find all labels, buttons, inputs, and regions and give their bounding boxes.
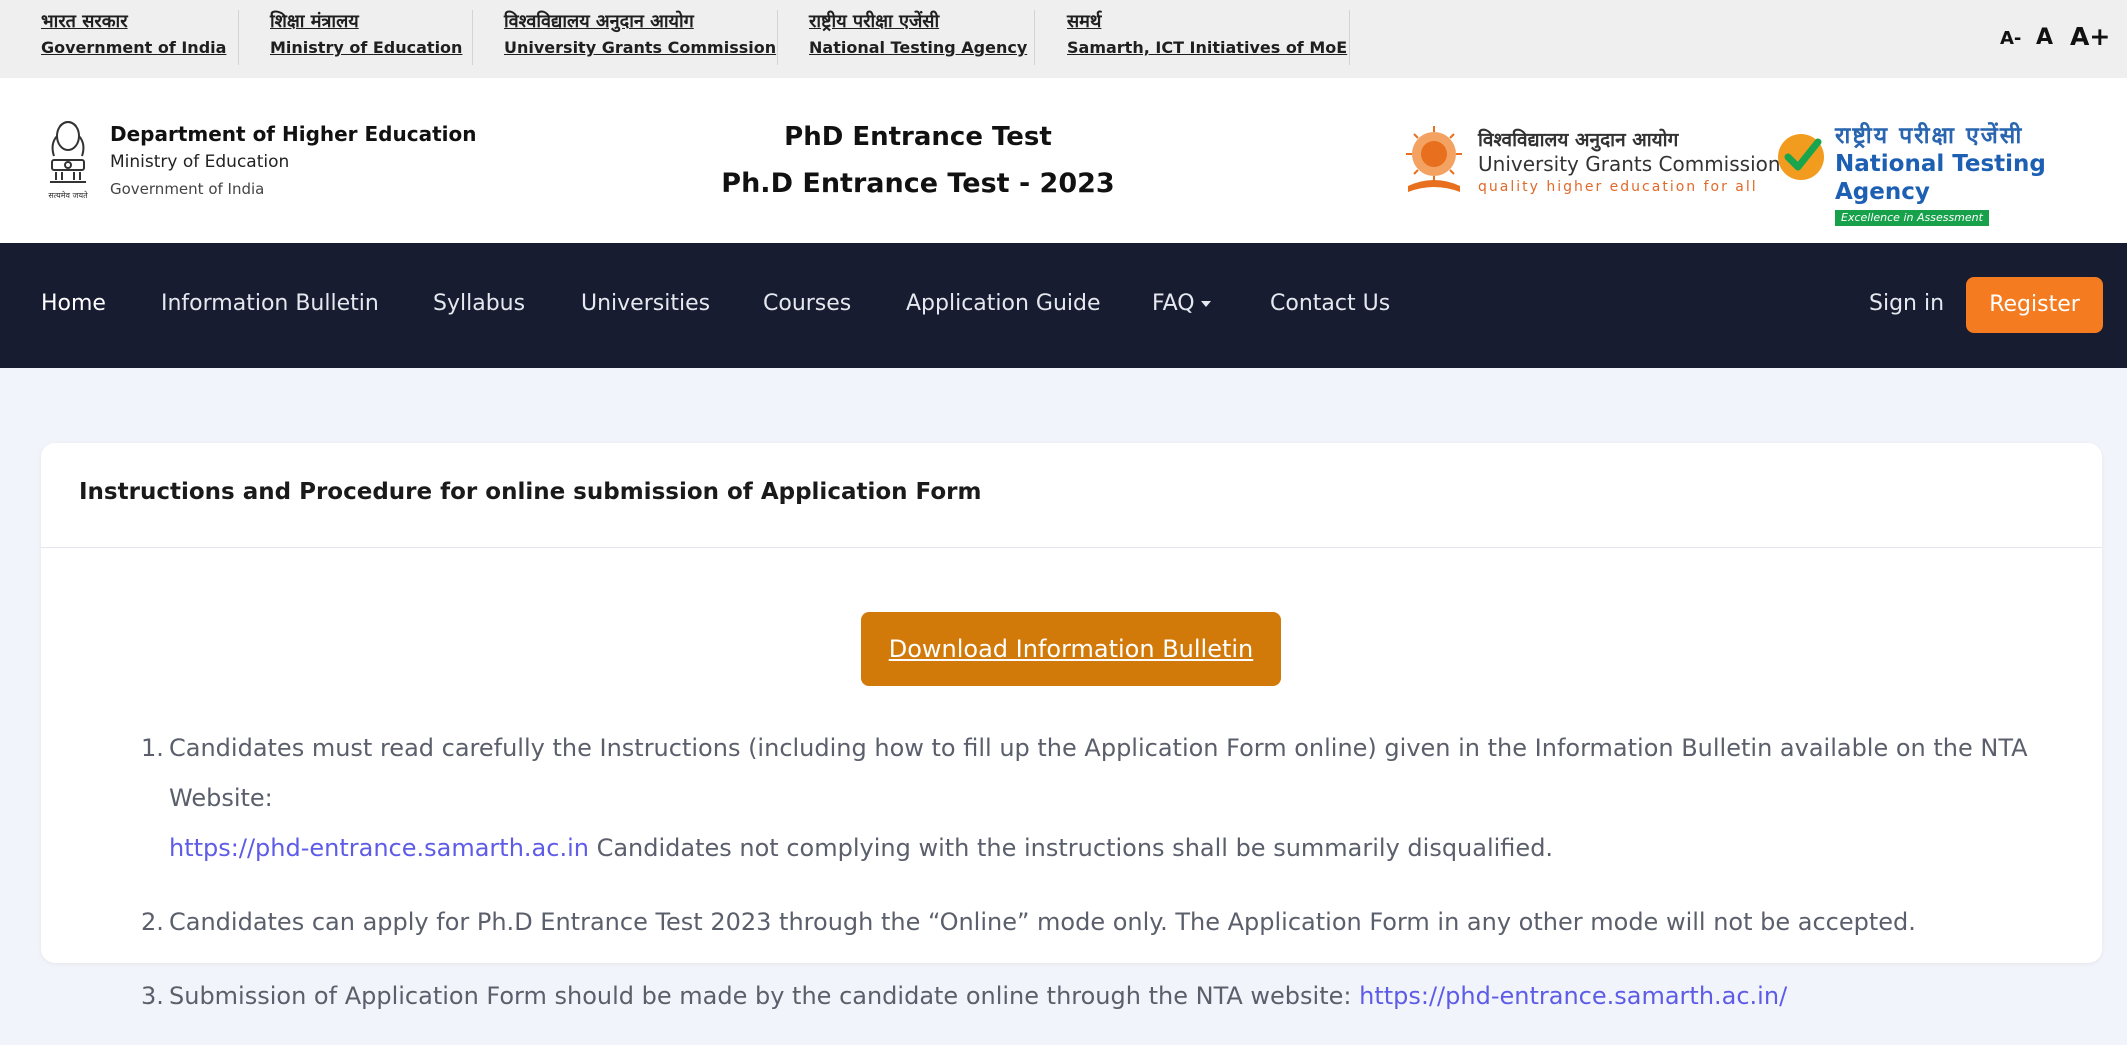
nta-tagline: Excellence in Assessment	[1835, 210, 1989, 226]
instruction-text: Candidates can apply for Ph.D Entrance T…	[169, 908, 1916, 936]
download-information-bulletin-button[interactable]: Download Information Bulletin	[861, 612, 1281, 686]
nta-brand: राष्ट्रीय परीक्षा एजेंसी National Testin…	[1835, 122, 2127, 226]
gov-link-hindi: भारत सरकार	[41, 11, 128, 32]
gov-link-hindi: राष्ट्रीय परीक्षा एजेंसी	[809, 11, 940, 32]
gov-link-english: Ministry of Education	[270, 38, 463, 57]
instructions-list: 1. Candidates must read carefully the In…	[101, 723, 2061, 1045]
site-header: सत्यमेव जयते Department of Higher Educat…	[0, 78, 2127, 243]
sign-in-link[interactable]: Sign in	[1869, 289, 1944, 319]
gov-divider	[472, 10, 473, 65]
nav-universities[interactable]: Universities	[581, 289, 710, 319]
list-number: 3.	[141, 982, 164, 1010]
nta-website-link[interactable]: https://phd-entrance.samarth.ac.in/	[1359, 982, 1787, 1010]
nta-english-name: National Testing Agency	[1835, 151, 2046, 205]
instruction-text: Candidates must read carefully the Instr…	[169, 734, 2028, 812]
gov-link-hindi: समर्थ	[1067, 11, 1102, 32]
card-header: Instructions and Procedure for online su…	[41, 443, 2102, 548]
nta-website-link[interactable]: https://phd-entrance.samarth.ac.in	[169, 834, 589, 862]
register-button[interactable]: Register	[1966, 277, 2103, 333]
gov-divider	[1349, 10, 1350, 65]
gov-link-hindi: विश्वविद्यालय अनुदान आयोग	[504, 11, 694, 32]
nav-faq-label: FAQ	[1152, 291, 1195, 316]
card-title: Instructions and Procedure for online su…	[79, 479, 982, 505]
gov-divider	[1034, 10, 1035, 65]
gov-link-english: Samarth, ICT Initiatives of MoE	[1067, 38, 1348, 57]
nav-application-guide[interactable]: Application Guide	[906, 289, 1101, 319]
main-navbar: Home Information Bulletin Syllabus Unive…	[0, 243, 2127, 368]
gov-link-hindi: शिक्षा मंत्रालय	[270, 11, 359, 32]
gov-link-nta[interactable]: राष्ट्रीय परीक्षा एजेंसी National Testin…	[809, 9, 1027, 69]
nav-home[interactable]: Home	[41, 289, 106, 319]
gov-link-government-of-india[interactable]: भारत सरकार Government of India	[41, 9, 226, 69]
nav-courses[interactable]: Courses	[763, 289, 851, 319]
list-item: 2. Candidates can apply for Ph.D Entranc…	[101, 897, 2061, 947]
gov-divider	[777, 10, 778, 65]
gov-link-english: National Testing Agency	[809, 38, 1028, 57]
nav-faq-dropdown[interactable]: FAQ	[1152, 289, 1211, 319]
ugc-english-name: University Grants Commission	[1478, 152, 1781, 176]
instruction-text: Submission of Application Form should be…	[169, 982, 1360, 1010]
gov-divider	[238, 10, 239, 65]
nav-syllabus[interactable]: Syllabus	[433, 289, 525, 319]
chevron-down-icon	[1200, 301, 1211, 307]
nav-contact-us[interactable]: Contact Us	[1270, 289, 1390, 319]
font-normal-button[interactable]: A	[2036, 25, 2053, 50]
gov-top-bar: भारत सरकार Government of India शिक्षा मं…	[0, 0, 2127, 79]
gov-link-samarth[interactable]: समर्थ Samarth, ICT Initiatives of MoE	[1067, 9, 1347, 69]
ugc-hindi-name: विश्वविद्यालय अनुदान आयोग	[1478, 129, 1679, 151]
instruction-text: Candidates not complying with the instru…	[588, 834, 1554, 862]
nta-logo-icon	[1778, 134, 1824, 180]
gov-link-ministry-of-education[interactable]: शिक्षा मंत्रालय Ministry of Education	[270, 9, 462, 69]
gov-link-english: Government of India	[41, 38, 227, 57]
list-item: 1. Candidates must read carefully the In…	[101, 723, 2061, 873]
gov-link-ugc[interactable]: विश्वविद्यालय अनुदान आयोग University Gra…	[504, 9, 776, 69]
font-increase-button[interactable]: A+	[2070, 22, 2110, 51]
ugc-logo-icon	[1406, 126, 1462, 192]
list-number: 1.	[141, 734, 164, 762]
ugc-brand: विश्वविद्यालय अनुदान आयोग University Gra…	[1478, 128, 1781, 198]
ugc-tagline: quality higher education for all	[1478, 179, 1758, 195]
gov-link-english: University Grants Commission	[504, 38, 777, 57]
list-number: 2.	[141, 908, 164, 936]
nta-hindi-name: राष्ट्रीय परीक्षा एजेंसी	[1835, 123, 2024, 149]
list-item: 3. Submission of Application Form should…	[101, 971, 2061, 1021]
instructions-card: Instructions and Procedure for online su…	[41, 443, 2102, 1010]
font-decrease-button[interactable]: A-	[2000, 28, 2021, 49]
nav-information-bulletin[interactable]: Information Bulletin	[161, 289, 379, 319]
